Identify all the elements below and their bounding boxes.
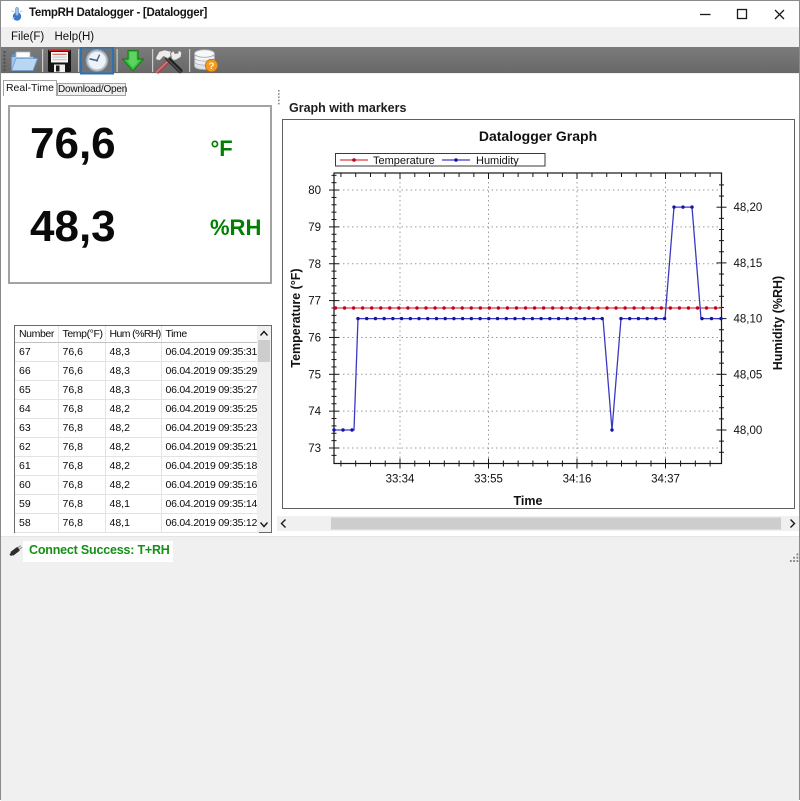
svg-text:?: ? bbox=[209, 61, 215, 72]
svg-text:76: 76 bbox=[308, 332, 321, 344]
svg-text:48,20: 48,20 bbox=[734, 202, 763, 214]
svg-text:Time: Time bbox=[514, 494, 543, 508]
svg-text:Humidity: Humidity bbox=[476, 155, 519, 167]
svg-text:Datalogger Graph: Datalogger Graph bbox=[479, 128, 597, 144]
svg-text:77: 77 bbox=[308, 296, 321, 308]
svg-text:48,00: 48,00 bbox=[734, 425, 763, 437]
svg-text:78: 78 bbox=[308, 259, 321, 271]
svg-text:33:55: 33:55 bbox=[474, 474, 503, 486]
svg-text:33:34: 33:34 bbox=[386, 474, 415, 486]
svg-text:79: 79 bbox=[308, 222, 321, 234]
svg-text:80: 80 bbox=[308, 185, 321, 197]
svg-text:73: 73 bbox=[308, 443, 321, 455]
svg-text:Temperature: Temperature bbox=[373, 155, 435, 167]
svg-text:Temperature (°F): Temperature (°F) bbox=[289, 268, 303, 367]
svg-text:48,10: 48,10 bbox=[734, 314, 763, 326]
svg-text:48,15: 48,15 bbox=[734, 258, 763, 270]
svg-text:Graph with markers: Graph with markers bbox=[289, 101, 406, 115]
svg-text:34:16: 34:16 bbox=[563, 474, 592, 486]
svg-text:75: 75 bbox=[308, 369, 321, 381]
svg-text:Humidity (%RH): Humidity (%RH) bbox=[771, 276, 785, 370]
svg-text:74: 74 bbox=[308, 406, 321, 418]
svg-text:48,05: 48,05 bbox=[734, 369, 763, 381]
svg-text:34:37: 34:37 bbox=[651, 474, 680, 486]
